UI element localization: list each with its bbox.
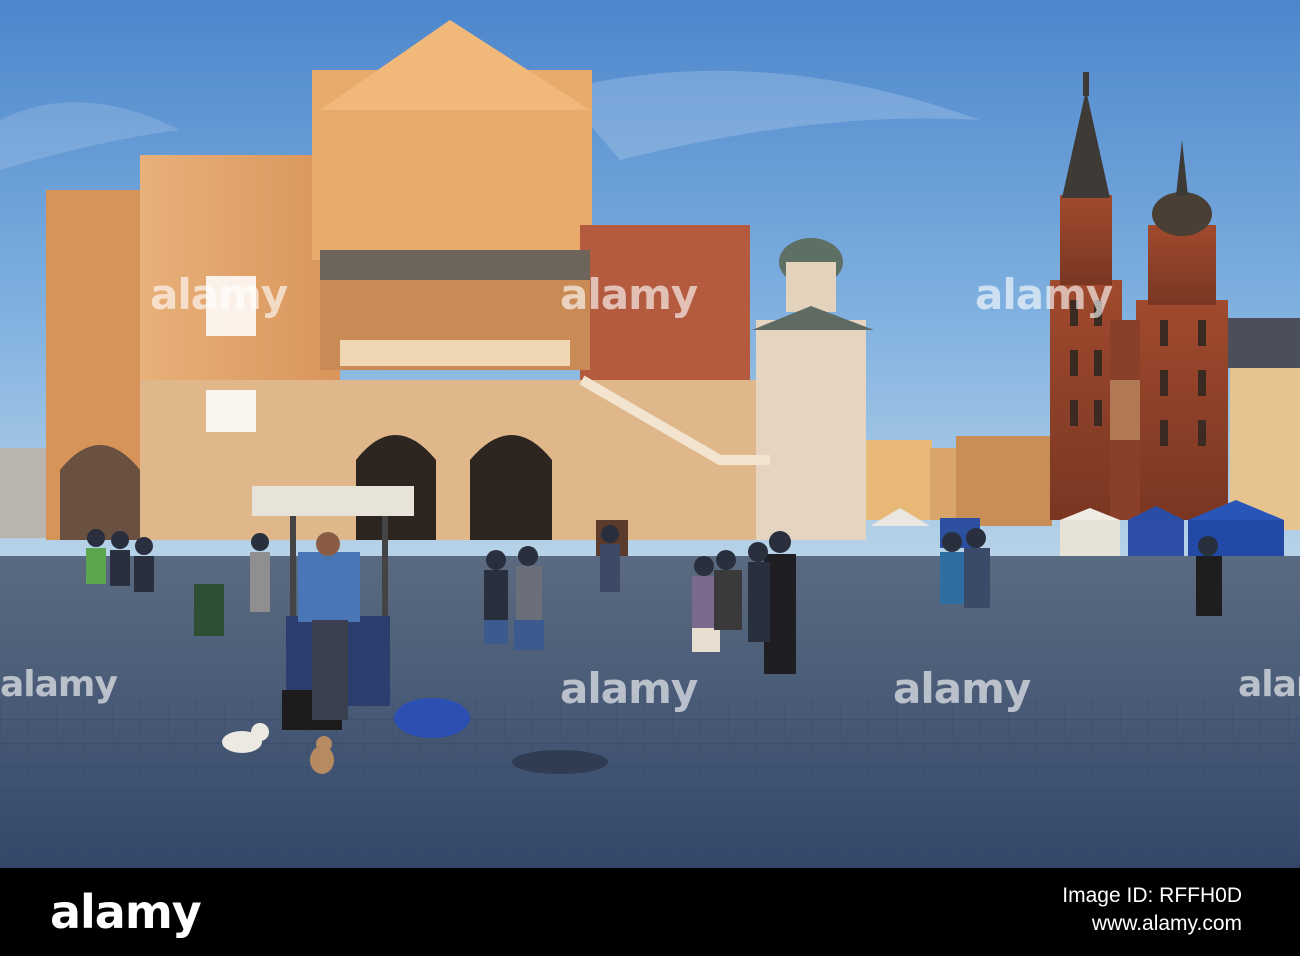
stock-footer-bar: alamy Image ID: RFFH0D www.alamy.com: [0, 868, 1300, 956]
image-id: Image ID: RFFH0D: [1062, 884, 1242, 907]
alamy-logo[interactable]: alamy: [50, 884, 202, 940]
site-url[interactable]: www.alamy.com: [1062, 910, 1242, 938]
paving-tiles: [0, 700, 1300, 868]
market-square-photo: alamy alamy alamy alamy alamy alamy alam…: [0, 0, 1300, 868]
manhole-cover: [512, 750, 608, 774]
photo-illustration: [0, 0, 1300, 868]
image-meta: Image ID: RFFH0D www.alamy.com: [1062, 882, 1242, 938]
stock-photo-frame: alamy alamy alamy alamy alamy alamy alam…: [0, 0, 1300, 956]
